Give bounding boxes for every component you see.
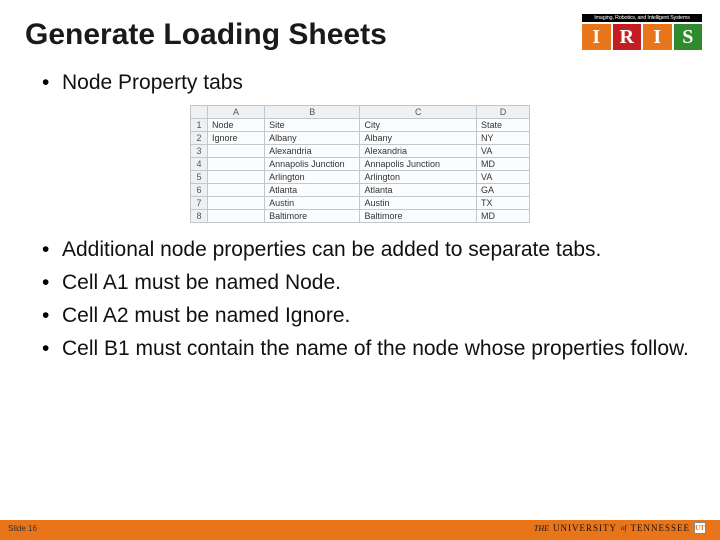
row-num: 1 bbox=[191, 118, 208, 131]
cell: VA bbox=[477, 170, 530, 183]
ut-icon: UT bbox=[694, 522, 706, 534]
iris-letter-boxes: I R I S bbox=[582, 24, 702, 50]
bullet-a1-node: Cell A1 must be named Node. bbox=[42, 270, 690, 297]
iris-tagline: Imaging, Robotics, and Intelligent Syste… bbox=[582, 14, 702, 22]
cell bbox=[207, 196, 264, 209]
col-header-c: C bbox=[360, 105, 477, 118]
row-num: 6 bbox=[191, 183, 208, 196]
table-row: 5 Arlington Arlington VA bbox=[191, 170, 530, 183]
bullet-node-property-tabs: Node Property tabs bbox=[42, 70, 690, 97]
bullet-additional-props: Additional node properties can be added … bbox=[42, 237, 690, 264]
footer-bar: Slide 16 THE UNIVERSITY of TENNESSEE UT bbox=[0, 520, 720, 540]
cell bbox=[207, 183, 264, 196]
slide-number: Slide 16 bbox=[8, 524, 37, 533]
column-header-row: A B C D bbox=[191, 105, 530, 118]
cell: Albany bbox=[265, 131, 360, 144]
cell: State bbox=[477, 118, 530, 131]
cell bbox=[207, 157, 264, 170]
bullet-list-1: Node Property tabs bbox=[30, 70, 690, 97]
cell: Annapolis Junction bbox=[265, 157, 360, 170]
row-num: 7 bbox=[191, 196, 208, 209]
cell: Albany bbox=[360, 131, 477, 144]
row-num: 2 bbox=[191, 131, 208, 144]
corner-cell bbox=[191, 105, 208, 118]
table-row: 3 Alexandria Alexandria VA bbox=[191, 144, 530, 157]
table-row: 4 Annapolis Junction Annapolis Junction … bbox=[191, 157, 530, 170]
cell: Annapolis Junction bbox=[360, 157, 477, 170]
cell bbox=[207, 209, 264, 222]
cell: Austin bbox=[265, 196, 360, 209]
cell: TX bbox=[477, 196, 530, 209]
cell bbox=[207, 170, 264, 183]
row-num: 8 bbox=[191, 209, 208, 222]
iris-letter-r: R bbox=[613, 24, 642, 50]
cell: Austin bbox=[360, 196, 477, 209]
col-header-a: A bbox=[207, 105, 264, 118]
cell: Arlington bbox=[360, 170, 477, 183]
cell: Site bbox=[265, 118, 360, 131]
iris-letter-i2: I bbox=[643, 24, 672, 50]
row-num: 5 bbox=[191, 170, 208, 183]
cell: Arlington bbox=[265, 170, 360, 183]
row-num: 3 bbox=[191, 144, 208, 157]
table-row: 8 Baltimore Baltimore MD bbox=[191, 209, 530, 222]
table-row: 6 Atlanta Atlanta GA bbox=[191, 183, 530, 196]
ut-university: UNIVERSITY bbox=[553, 523, 617, 533]
cell: Node bbox=[207, 118, 264, 131]
iris-letter-s: S bbox=[674, 24, 703, 50]
bullet-b1-name: Cell B1 must contain the name of the nod… bbox=[42, 336, 690, 363]
col-header-b: B bbox=[265, 105, 360, 118]
table-row: 2 Ignore Albany Albany NY bbox=[191, 131, 530, 144]
cell: MD bbox=[477, 157, 530, 170]
cell: VA bbox=[477, 144, 530, 157]
table-row: 1 Node Site City State bbox=[191, 118, 530, 131]
cell: Alexandria bbox=[265, 144, 360, 157]
cell: GA bbox=[477, 183, 530, 196]
ut-of: of bbox=[621, 524, 626, 532]
iris-logo: Imaging, Robotics, and Intelligent Syste… bbox=[582, 14, 702, 50]
content-area: Node Property tabs A B C D 1 Node Site C… bbox=[0, 52, 720, 362]
cell: Baltimore bbox=[360, 209, 477, 222]
bullet-list-2: Additional node properties can be added … bbox=[30, 237, 690, 363]
table-row: 7 Austin Austin TX bbox=[191, 196, 530, 209]
cell: Atlanta bbox=[360, 183, 477, 196]
spreadsheet-table: A B C D 1 Node Site City State 2 Ignore … bbox=[190, 105, 530, 223]
university-logo: THE UNIVERSITY of TENNESSEE UT bbox=[534, 522, 706, 534]
iris-letter-i: I bbox=[582, 24, 611, 50]
cell: City bbox=[360, 118, 477, 131]
cell: MD bbox=[477, 209, 530, 222]
ut-the: THE bbox=[534, 524, 549, 533]
cell bbox=[207, 144, 264, 157]
col-header-d: D bbox=[477, 105, 530, 118]
cell: Atlanta bbox=[265, 183, 360, 196]
spreadsheet-preview: A B C D 1 Node Site City State 2 Ignore … bbox=[190, 105, 530, 223]
cell: NY bbox=[477, 131, 530, 144]
row-num: 4 bbox=[191, 157, 208, 170]
ut-tennessee: TENNESSEE bbox=[631, 523, 691, 533]
cell: Ignore bbox=[207, 131, 264, 144]
cell: Alexandria bbox=[360, 144, 477, 157]
bullet-a2-ignore: Cell A2 must be named Ignore. bbox=[42, 303, 690, 330]
cell: Baltimore bbox=[265, 209, 360, 222]
